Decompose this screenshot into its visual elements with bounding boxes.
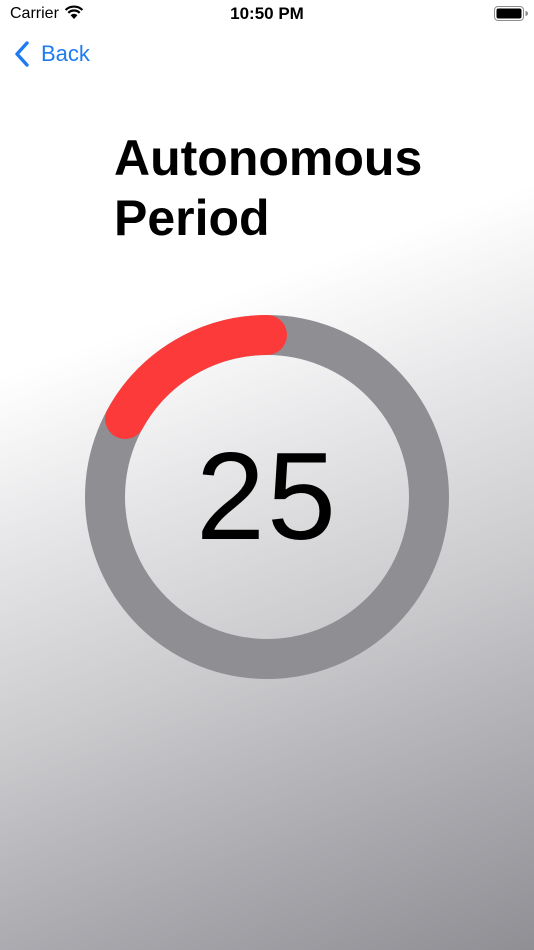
battery-icon [494,6,528,21]
chevron-left-icon [15,41,29,67]
clock: 10:50 PM [230,4,304,23]
countdown-timer: 25 [80,310,454,684]
status-bar: Carrier 10:50 PM [0,0,534,28]
page-title: Autonomous Period [114,130,423,246]
back-label: Back [41,41,90,66]
back-button[interactable]: Back [14,38,90,70]
timer-value: 25 [196,428,338,566]
